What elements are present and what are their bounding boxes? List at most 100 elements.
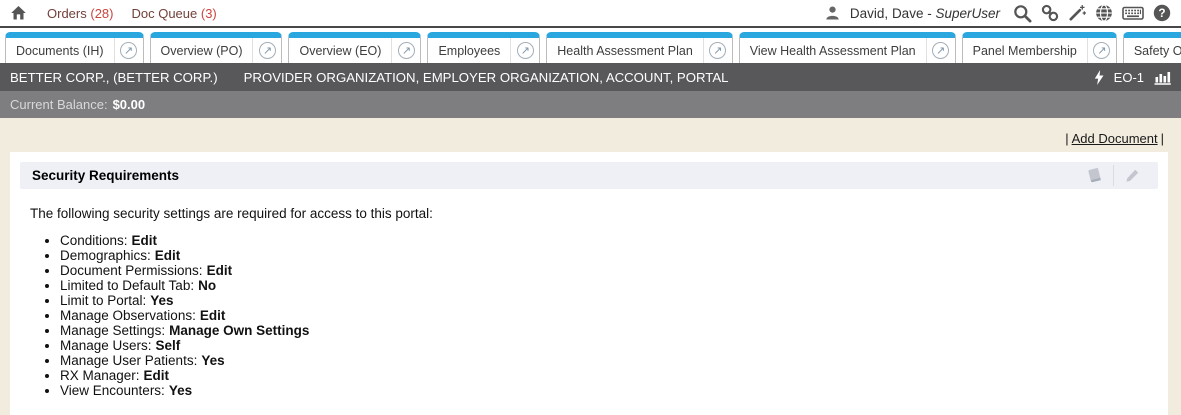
setting-view-encounters: View Encounters:Yes bbox=[60, 383, 1158, 398]
setting-limited-to-default-tab: Limited to Default Tab: No bbox=[60, 278, 1158, 293]
top-bar-right: David, Dave - SuperUser ? bbox=[824, 4, 1171, 23]
tab-label: Overview (PO) bbox=[151, 38, 253, 63]
setting-label: Manage Settings: bbox=[60, 323, 165, 338]
setting-document-permissions: Document Permissions:Edit bbox=[60, 263, 1158, 278]
open-new-window-icon: ↗ bbox=[259, 42, 276, 59]
nav-orders-label: Orders bbox=[47, 6, 87, 21]
panel-header: Security Requirements bbox=[20, 162, 1158, 189]
setting-value: Manage Own Settings bbox=[169, 323, 309, 338]
setting-manage-observations: Manage Observations: Edit bbox=[60, 308, 1158, 323]
setting-label: Manage Observations: bbox=[60, 308, 196, 323]
separator: | bbox=[1161, 131, 1164, 146]
organization-bar-right: EO-1 bbox=[1094, 70, 1171, 85]
panel-title: Security Requirements bbox=[32, 168, 179, 183]
setting-label: Conditions: bbox=[60, 233, 128, 248]
separator: | bbox=[1065, 131, 1068, 146]
setting-demographics: Demographics: Edit bbox=[60, 248, 1158, 263]
setting-value: Yes bbox=[201, 353, 224, 368]
tab-open-button[interactable]: ↗ bbox=[1087, 38, 1116, 63]
bar-chart-icon[interactable] bbox=[1154, 70, 1171, 85]
tab-open-button[interactable]: ↗ bbox=[703, 38, 732, 63]
nav-doc-queue-label: Doc Queue bbox=[131, 6, 197, 21]
organization-name: BETTER CORP., (BETTER CORP.) bbox=[10, 70, 218, 85]
setting-value: Yes bbox=[150, 293, 173, 308]
setting-value: Edit bbox=[144, 368, 170, 383]
setting-label: Demographics: bbox=[60, 248, 151, 263]
setting-rx-manager: RX Manager: Edit bbox=[60, 368, 1158, 383]
tab-open-button[interactable]: ↗ bbox=[926, 38, 955, 63]
organization-bar: BETTER CORP., (BETTER CORP.) PROVIDER OR… bbox=[0, 63, 1181, 91]
setting-value: Edit bbox=[200, 308, 226, 323]
tab-label: Documents (IH) bbox=[6, 38, 114, 63]
tab-bar: Documents (IH) ↗ Overview (PO) ↗ Overvie… bbox=[0, 28, 1181, 63]
nav-doc-queue-count: (3) bbox=[201, 6, 217, 21]
tab-open-button[interactable]: ↗ bbox=[391, 38, 420, 63]
link-icon[interactable] bbox=[1041, 4, 1059, 22]
tab-safety-overview[interactable]: Safety Overview ↗ bbox=[1123, 32, 1181, 63]
setting-label: Manage User Patients: bbox=[60, 353, 197, 368]
setting-label: Limited to Default Tab: bbox=[60, 278, 194, 293]
open-new-window-icon: ↗ bbox=[517, 42, 534, 59]
wand-icon[interactable] bbox=[1068, 4, 1086, 22]
tab-view-health-assessment-plan[interactable]: View Health Assessment Plan ↗ bbox=[739, 32, 956, 63]
tab-label: Panel Membership bbox=[963, 38, 1087, 63]
security-settings-list: Conditions:Edit Demographics:Edit Docume… bbox=[30, 233, 1158, 398]
open-new-window-icon: ↗ bbox=[932, 42, 949, 59]
tab-open-button[interactable]: ↗ bbox=[510, 38, 539, 63]
add-document-link[interactable]: Add Document bbox=[1072, 131, 1158, 146]
organization-types: PROVIDER ORGANIZATION, EMPLOYER ORGANIZA… bbox=[244, 70, 729, 85]
setting-manage-users: Manage Users: Self bbox=[60, 338, 1158, 353]
nav-doc-queue-link[interactable]: Doc Queue (3) bbox=[131, 6, 216, 21]
help-icon[interactable]: ? bbox=[1153, 4, 1171, 22]
setting-limit-to-portal: Limit to Portal: Yes bbox=[60, 293, 1158, 308]
tab-label: Employees bbox=[428, 38, 510, 63]
top-nav: Orders (28) Doc Queue (3) bbox=[47, 6, 217, 21]
tab-label: Health Assessment Plan bbox=[547, 38, 703, 63]
current-balance-value: $0.00 bbox=[113, 97, 146, 112]
tab-open-button[interactable]: ↗ bbox=[114, 38, 143, 63]
keyboard-icon[interactable] bbox=[1122, 5, 1144, 21]
tab-overview-eo[interactable]: Overview (EO) ↗ bbox=[288, 32, 421, 63]
lightning-bolt-icon[interactable] bbox=[1094, 70, 1104, 85]
panel-tools bbox=[1075, 165, 1150, 186]
tab-open-button[interactable]: ↗ bbox=[252, 38, 281, 63]
security-requirements-panel: Security Requirements The following secu… bbox=[10, 152, 1168, 415]
setting-label: View Encounters: bbox=[60, 383, 165, 398]
setting-label: Document Permissions: bbox=[60, 263, 203, 278]
nav-orders-link[interactable]: Orders (28) bbox=[47, 6, 113, 21]
user-role: SuperUser bbox=[935, 6, 1000, 21]
current-balance-bar: Current Balance: $0.00 bbox=[0, 91, 1181, 118]
security-intro-text: The following security settings are requ… bbox=[30, 206, 1158, 221]
home-icon[interactable] bbox=[10, 5, 27, 21]
current-balance-label: Current Balance: bbox=[10, 97, 108, 112]
tab-panel-membership[interactable]: Panel Membership ↗ bbox=[962, 32, 1117, 63]
tab-overview-po[interactable]: Overview (PO) ↗ bbox=[150, 32, 283, 63]
user-name: David, Dave - SuperUser bbox=[850, 6, 1000, 21]
setting-value: Self bbox=[156, 338, 181, 353]
globe-icon[interactable] bbox=[1095, 4, 1113, 22]
setting-value: Edit bbox=[132, 233, 158, 248]
tab-documents-ih[interactable]: Documents (IH) ↗ bbox=[5, 32, 144, 63]
setting-value: Edit bbox=[155, 248, 181, 263]
org-badge: EO-1 bbox=[1114, 70, 1144, 85]
setting-manage-user-patients: Manage User Patients: Yes bbox=[60, 353, 1158, 368]
top-bar: Orders (28) Doc Queue (3) David, Dave - … bbox=[0, 0, 1181, 28]
user-name-text: David, Dave - bbox=[850, 6, 932, 21]
setting-label: Limit to Portal: bbox=[60, 293, 146, 308]
open-new-window-icon: ↗ bbox=[120, 42, 137, 59]
setting-label: Manage Users: bbox=[60, 338, 152, 353]
setting-label: RX Manager: bbox=[60, 368, 140, 383]
tab-label: View Health Assessment Plan bbox=[740, 38, 926, 63]
open-new-window-icon: ↗ bbox=[398, 42, 415, 59]
setting-manage-settings: Manage Settings: Manage Own Settings bbox=[60, 323, 1158, 338]
tab-employees[interactable]: Employees ↗ bbox=[427, 32, 540, 63]
tab-health-assessment-plan[interactable]: Health Assessment Plan ↗ bbox=[546, 32, 733, 63]
log-book-icon[interactable] bbox=[1075, 167, 1113, 184]
edit-pencil-icon[interactable] bbox=[1114, 168, 1150, 184]
setting-value: No bbox=[198, 278, 216, 293]
nav-orders-count: (28) bbox=[90, 6, 113, 21]
search-icon[interactable] bbox=[1013, 4, 1032, 23]
action-row: |Add Document| bbox=[0, 118, 1181, 152]
open-new-window-icon: ↗ bbox=[1093, 42, 1110, 59]
tab-label: Safety Overview bbox=[1124, 38, 1181, 63]
